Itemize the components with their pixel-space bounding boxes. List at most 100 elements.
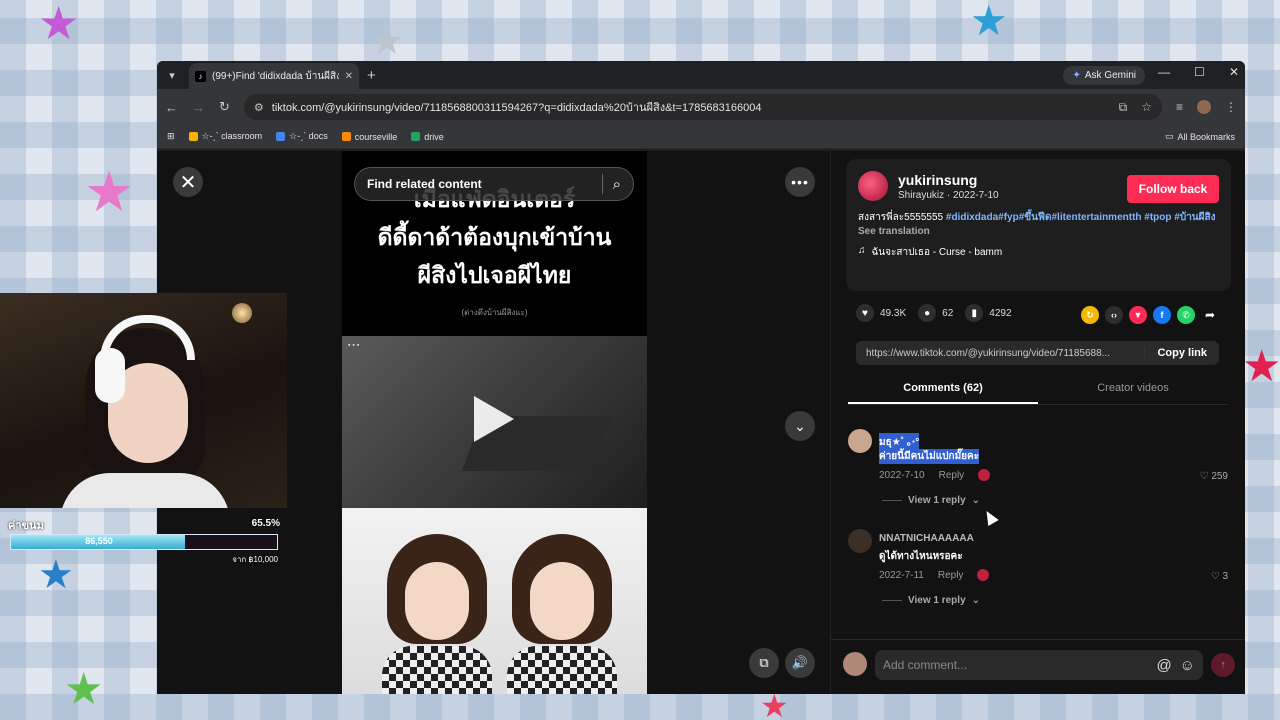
comment-text: ค่ายนี้มีคนไม่แปกมั๊ยคะ (879, 449, 980, 464)
close-icon[interactable]: ✕ (345, 71, 353, 82)
picture-in-picture-button[interactable]: ⧉ (749, 648, 779, 678)
tab-bar: ▾ ♪ (99+)Find 'didixdada บ้านผีสิง' on ✕… (157, 61, 1245, 89)
bookmark-star-icon[interactable]: ☆ (1141, 100, 1152, 115)
facebook-icon[interactable]: f (1153, 306, 1171, 324)
whatsapp-icon[interactable]: ✆ (1177, 306, 1195, 324)
commenter-avatar[interactable] (848, 429, 872, 453)
music-note-icon: ♫ (858, 245, 866, 256)
comment-like-button[interactable]: ♡ 259 (1200, 471, 1228, 482)
details-panel: yukirinsung Shirayukiz · 2022-7-10 Follo… (830, 151, 1245, 694)
new-tab-button[interactable]: + (367, 67, 376, 84)
video-player[interactable]: เมื่อแฟ่ดอินเตอร์ ดีดี้ดาด้าต้องบุกเข้าบ… (342, 151, 647, 694)
tab-creator-videos[interactable]: Creator videos (1038, 373, 1228, 404)
profile-avatar[interactable] (1197, 100, 1211, 114)
ask-gemini-button[interactable]: ✦ Ask Gemini (1063, 66, 1145, 85)
chevron-down-icon: ⌄ (971, 495, 981, 506)
volume-button[interactable]: 🔊 (785, 648, 815, 678)
author-username[interactable]: yukirinsung (898, 172, 999, 188)
bookmark-courseville[interactable]: courseville (341, 132, 397, 142)
sparkle-icon: ✦ (1072, 70, 1081, 81)
play-icon[interactable] (474, 396, 514, 442)
heart-icon: ♥ (856, 304, 874, 322)
creator-liked-icon (977, 569, 990, 581)
comment-like-button[interactable]: ♡ 3 (1211, 571, 1228, 582)
webcam-overlay (0, 293, 287, 508)
install-icon[interactable]: ⧉ (1119, 100, 1128, 115)
close-window-icon[interactable]: ✕ (1229, 65, 1239, 79)
post-info-card: yukirinsung Shirayukiz · 2022-7-10 Follo… (846, 159, 1231, 291)
reload-icon[interactable]: ↻ (219, 99, 230, 115)
all-bookmarks-button[interactable]: ▭ All Bookmarks (1165, 131, 1235, 142)
reply-button[interactable]: Reply (938, 570, 964, 581)
apps-icon[interactable]: ⊞ (167, 131, 175, 142)
cctv-timestamp: ▪ ▪ ▪ (348, 342, 360, 349)
back-icon[interactable]: ← (165, 100, 178, 115)
tab-comments[interactable]: Comments (62) (848, 373, 1038, 404)
star-decoration: ★ (1242, 341, 1280, 392)
reply-button[interactable]: Reply (939, 470, 965, 481)
creator-liked-icon (978, 469, 991, 481)
menu-icon[interactable]: ⋮ (1225, 100, 1237, 114)
like-button[interactable]: ♥ 49.3K (856, 304, 906, 322)
tab-search-button[interactable]: ▾ (161, 64, 183, 86)
bookmark-drive[interactable]: drive (411, 132, 444, 142)
next-video-button[interactable]: ⌄ (785, 411, 815, 441)
bookmark-classroom[interactable]: ☆-ˏˋ classroom (188, 131, 262, 142)
tiktok-page: ✕ เมื่อแฟ่ดอินเตอร์ ดีดี้ดาด้าต้องบุกเข้… (157, 151, 1245, 694)
share-options: ↻ ‹› ▼ f ✆ ➦ (1081, 306, 1219, 324)
bookmarks-bar: ⊞ ☆-ˏˋ classroom ☆-ˏˋ docs courseville d… (157, 125, 1245, 149)
commenter-avatar[interactable] (848, 529, 872, 553)
maximize-icon[interactable]: ☐ (1194, 65, 1205, 79)
window-controls: — ☐ ✕ (1158, 65, 1239, 79)
see-translation-link[interactable]: See translation (858, 226, 1219, 237)
emoji-icon[interactable]: ☺ (1180, 657, 1195, 674)
classroom-icon (188, 132, 198, 141)
tab-title: (99+)Find 'didixdada บ้านผีสิง' on (212, 70, 339, 82)
view-replies-button[interactable]: View 1 reply ⌄ (882, 495, 980, 506)
send-comment-button[interactable]: ↑ (1211, 653, 1235, 677)
embed-icon[interactable]: ‹› (1105, 306, 1123, 324)
copy-link-button[interactable]: Copy link (1144, 347, 1219, 359)
forward-icon[interactable]: → (192, 100, 205, 115)
site-info-icon[interactable]: ⚙ (254, 101, 264, 114)
comment-date: 2022-7-10 (879, 469, 925, 481)
more-options-button[interactable]: ••• (785, 167, 815, 197)
bookmark-icon: ▮ (965, 304, 984, 322)
video-thumbnail-people (342, 508, 647, 694)
music-link[interactable]: ♫ ฉันจะสาปเธอ - Curse - bamm (858, 245, 1219, 260)
comment-date: 2022-7-11 (879, 569, 924, 581)
post-caption: สงสารพี่ละ5555555 #didixdada#fyp#ขึ้นฟีด… (858, 212, 1216, 223)
courseville-icon (341, 132, 351, 141)
commenter-name[interactable]: NNATNICHAAAAAA (879, 533, 974, 544)
browser-window: ▾ ♪ (99+)Find 'didixdada บ้านผีสิง' on ✕… (157, 61, 1245, 694)
bookmark-docs[interactable]: ☆-ˏˋ docs (276, 131, 328, 142)
star-decoration: ★ (970, 0, 1008, 45)
url-text[interactable]: tiktok.com/@yukirinsung/video/7118568800… (272, 98, 1111, 116)
comment-button[interactable]: ● 62 (918, 304, 953, 322)
gemini-label: Ask Gemini (1084, 70, 1136, 81)
author-subline: Shirayukiz · 2022-7-10 (898, 189, 999, 201)
repost-icon[interactable]: ↻ (1081, 306, 1099, 324)
star-decoration: ★ (84, 160, 135, 225)
folder-icon: ▭ (1164, 131, 1174, 141)
related-search-input[interactable]: Find related content ⌕ (354, 167, 634, 201)
save-button[interactable]: ▮ 4292 (965, 304, 1012, 322)
docs-icon (276, 132, 286, 141)
view-replies-button[interactable]: View 1 reply ⌄ (882, 595, 980, 606)
share-link-text[interactable]: https://www.tiktok.com/@yukirinsung/vide… (866, 348, 1144, 359)
minimize-icon[interactable]: — (1158, 65, 1170, 79)
mention-icon[interactable]: @ (1156, 657, 1171, 674)
send-to-friends-icon[interactable]: ▼ (1129, 306, 1147, 324)
close-video-button[interactable]: ✕ (173, 167, 203, 197)
caption-hashtags[interactable]: #didixdada#fyp#ขึ้นฟีด#litentertainmentt… (946, 212, 1216, 223)
browser-tab[interactable]: ♪ (99+)Find 'didixdada บ้านผีสิง' on ✕ (189, 63, 359, 89)
follow-back-button[interactable]: Follow back (1127, 175, 1219, 203)
address-bar[interactable]: ⚙ tiktok.com/@yukirinsung/video/71185688… (243, 94, 1162, 120)
star-decoration: ★ (64, 664, 104, 715)
author-avatar[interactable] (858, 171, 888, 201)
reading-list-icon[interactable]: ≡ (1176, 100, 1183, 114)
comment-input[interactable]: Add comment... @ ☺ (875, 650, 1203, 680)
commenter-name[interactable]: มธุ★˚ ｡‧° (879, 433, 920, 450)
search-icon[interactable]: ⌕ (613, 176, 621, 193)
share-arrow-icon[interactable]: ➦ (1201, 306, 1219, 324)
